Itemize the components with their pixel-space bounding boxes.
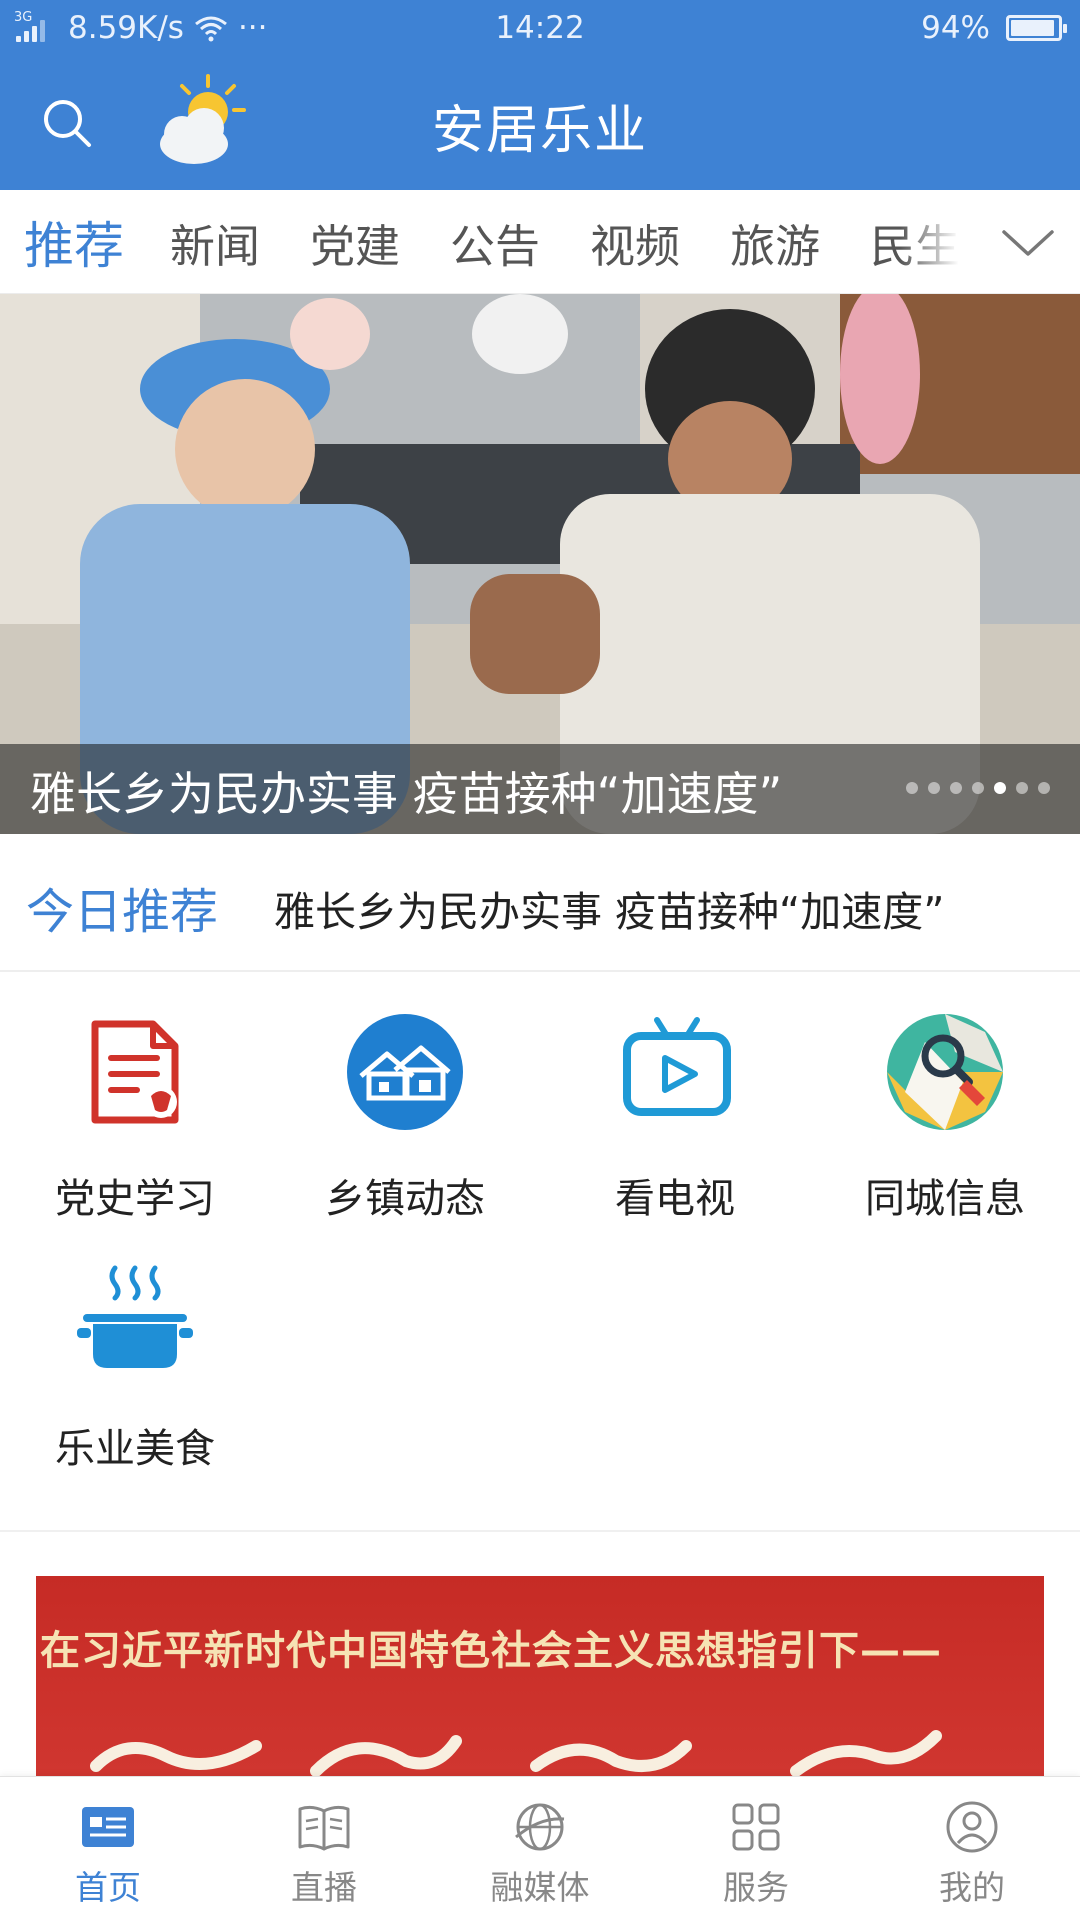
nav-label: 我的 <box>939 1868 1005 1907</box>
tab-recommend[interactable]: 推荐 <box>24 206 124 278</box>
township-houses-icon <box>347 1014 463 1130</box>
status-time: 14:22 <box>495 10 585 46</box>
chevron-down-icon <box>1002 230 1054 256</box>
app-header: 3G 8.59K/s ··· 14:22 94% 安居乐业 <box>0 0 1080 190</box>
globe-icon <box>515 1803 565 1851</box>
tab-fade <box>900 190 984 293</box>
banner-pagination <box>906 782 1050 794</box>
tab-travel[interactable]: 旅游 <box>730 210 820 275</box>
tab-video[interactable]: 视频 <box>590 210 680 275</box>
quick-label: 看电视 <box>615 1176 735 1222</box>
banner-caption: 雅长乡为民办实事 疫苗接种“加速度” <box>0 744 1080 834</box>
nav-label: 首页 <box>75 1868 141 1907</box>
banner-dot[interactable] <box>906 782 918 794</box>
tab-news[interactable]: 新闻 <box>170 210 260 275</box>
book-icon <box>298 1805 350 1851</box>
status-right: 94% <box>921 10 1067 46</box>
banner-title: 雅长乡为民办实事 疫苗接种“加速度” <box>30 767 783 821</box>
promo-headline: 在习近平新时代中国特色社会主义思想指引下—— <box>40 1628 942 1674</box>
today-recommend-label: 今日推荐 <box>26 884 219 940</box>
promo-banner[interactable]: 在习近平新时代中国特色社会主义思想指引下—— <box>36 1576 1044 1776</box>
quick-party-history[interactable]: 党史学习 <box>0 972 270 1222</box>
nav-label: 服务 <box>723 1868 789 1907</box>
battery-icon <box>1006 15 1067 41</box>
quick-label: 党史学习 <box>55 1176 215 1222</box>
banner-dot[interactable] <box>1038 782 1050 794</box>
nav-live[interactable]: 直播 <box>216 1777 432 1920</box>
quick-label: 同城信息 <box>865 1176 1025 1222</box>
tab-party-building[interactable]: 党建 <box>310 210 400 275</box>
promo-calligraphy <box>90 1730 942 1776</box>
status-bar: 3G 8.59K/s ··· 14:22 94% <box>0 0 1080 58</box>
banner-dot[interactable] <box>950 782 962 794</box>
today-recommend-headline[interactable]: 雅长乡为民办实事 疫苗接种“加速度” <box>274 878 945 938</box>
title-bar: 安居乐业 <box>0 58 1080 190</box>
bottom-nav: 首页 直播 融媒体 服务 我的 <box>0 1776 1080 1920</box>
nav-home[interactable]: 首页 <box>0 1777 216 1920</box>
banner-dot[interactable] <box>972 782 984 794</box>
grid-icon <box>732 1803 780 1851</box>
home-news-icon <box>82 1807 134 1847</box>
quick-access-grid: 党史学习 乡镇动态 看电视 同城信息 乐业美食 <box>0 972 1080 1532</box>
quick-watch-tv[interactable]: 看电视 <box>540 972 810 1222</box>
battery-level <box>1011 20 1055 36</box>
nav-media[interactable]: 融媒体 <box>432 1777 648 1920</box>
quick-city-info[interactable]: 同城信息 <box>810 972 1080 1222</box>
nav-label: 融媒体 <box>490 1868 590 1907</box>
user-icon <box>946 1801 998 1853</box>
banner-dot[interactable] <box>1016 782 1028 794</box>
category-tabs: 推荐 新闻 党建 公告 视频 旅游 民生 <box>0 190 1080 294</box>
quick-local-food[interactable]: 乐业美食 <box>0 1222 270 1472</box>
today-recommend[interactable]: 今日推荐 雅长乡为民办实事 疫苗接种“加速度” <box>0 834 1080 972</box>
quick-label: 乐业美食 <box>55 1426 215 1472</box>
nav-label: 直播 <box>291 1868 357 1907</box>
news-banner[interactable]: 雅长乡为民办实事 疫苗接种“加速度” <box>0 294 1080 834</box>
page-title: 安居乐业 <box>431 101 648 161</box>
city-map-search-icon <box>887 1014 1003 1130</box>
nav-service[interactable]: 服务 <box>648 1777 864 1920</box>
party-history-document-icon <box>91 1020 179 1124</box>
tab-announcement[interactable]: 公告 <box>450 210 540 275</box>
quick-township-news[interactable]: 乡镇动态 <box>270 972 540 1222</box>
tab-list: 推荐 新闻 党建 公告 视频 旅游 民生 <box>24 190 984 293</box>
tv-play-icon <box>623 1017 731 1116</box>
nav-mine[interactable]: 我的 <box>864 1777 1080 1920</box>
banner-dot[interactable] <box>994 782 1006 794</box>
battery-percent: 94% <box>921 10 990 46</box>
banner-dot[interactable] <box>928 782 940 794</box>
cooking-pot-icon <box>77 1265 193 1368</box>
tabs-expand-button[interactable] <box>998 212 1058 272</box>
quick-label: 乡镇动态 <box>325 1176 485 1222</box>
